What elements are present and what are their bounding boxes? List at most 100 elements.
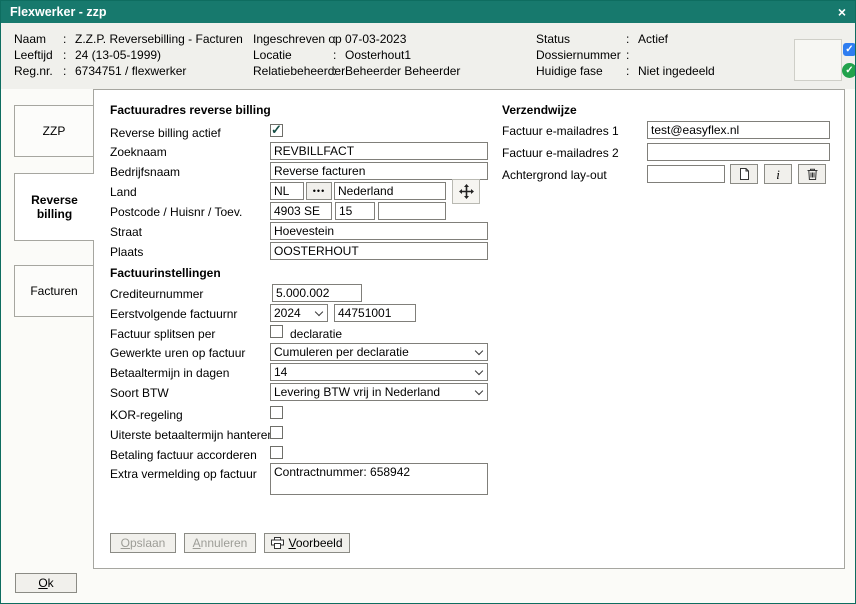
betaaltermijn-label: Betaaltermijn in dagen [110,366,229,380]
factuurinstellingen-section-title: Factuurinstellingen [110,266,221,280]
factuurnr-label: Eerstvolgende factuurnr [110,307,237,321]
locatie-value: Oosterhout1 [345,48,411,62]
factuur-splitsen-label: Factuur splitsen per [110,327,215,341]
ok-button[interactable]: Ok [15,573,77,593]
info-row-dossiernummer: Dossiernummer [536,47,715,63]
huidige-fase-value: Niet ingedeeld [638,64,715,78]
trash-icon [807,168,818,180]
betaling-accorderen-checkbox[interactable] [270,446,283,459]
declaratie-option-label: declaratie [290,327,342,341]
ellipsis-icon: ••• [313,187,325,196]
kor-regeling-checkbox[interactable] [270,406,283,419]
soort-btw-label: Soort BTW [110,386,169,400]
factuurjaar-value: 2024 [274,306,312,320]
land-code-input[interactable] [270,182,304,200]
button-label: Ok [38,576,53,590]
land-move-button[interactable] [452,179,480,204]
uiterste-betaaltermijn-label: Uiterste betaaltermijn hanteren [110,428,274,442]
regnr-value: 6734751 / flexwerker [75,64,186,78]
factuurnummer-input[interactable] [334,304,416,322]
factuurjaar-select[interactable]: 2024 [270,304,328,322]
leeftijd-value: 24 (13-05-1999) [75,48,161,62]
bedrijfsnaam-input[interactable] [270,162,488,180]
betaaltermijn-value: 14 [274,365,472,379]
colon [333,64,345,78]
factuur-email2-label: Factuur e-mailadres 2 [502,146,619,160]
info-row-leeftijd: Leeftijd 24 (13-05-1999) [14,47,243,63]
uiterste-betaaltermijn-checkbox[interactable] [270,426,283,439]
factuur-splitsen-checkbox[interactable] [270,325,283,338]
titlebar[interactable]: Flexwerker - zzp × [1,1,855,23]
check-icon: ✓ [271,122,282,138]
chevron-down-icon [475,366,483,374]
colon [63,64,75,78]
move-icon [459,184,474,199]
huidige-fase-label: Huidige fase [536,64,626,78]
tab-label: ZZP [43,124,66,138]
reverse-billing-actief-checkbox[interactable]: ✓ [270,124,283,137]
extra-vermelding-textarea[interactable]: Contractnummer: 658942 [270,463,488,495]
soort-btw-value: Levering BTW vrij in Nederland [274,385,472,399]
betaaltermijn-select[interactable]: 14 [270,363,488,381]
plaats-label: Plaats [110,245,143,259]
huisnr-input[interactable] [335,202,375,220]
leeftijd-label: Leeftijd [14,48,63,62]
naam-value: Z.Z.P. Reversebilling - Facturen [75,32,243,46]
factuur-email1-input[interactable] [647,121,830,139]
close-icon[interactable]: × [838,5,846,19]
button-label: Opslaan [121,536,166,550]
selected-checkbox[interactable]: ✓ [843,43,856,56]
tab-label: Reverse billing [15,193,94,221]
gewerkte-uren-value: Cumuleren per declaratie [274,345,472,359]
print-preview-icon [271,537,284,549]
kor-regeling-label: KOR-regeling [110,408,183,422]
colon [333,48,345,62]
achtergrond-layout-input[interactable] [647,165,725,183]
soort-btw-select[interactable]: Levering BTW vrij in Nederland [270,383,488,401]
info-row-huidige-fase: Huidige fase Niet ingedeeld [536,63,715,79]
layout-info-button[interactable]: i [764,164,792,184]
info-column-3: StatusActief Dossiernummer Huidige faseN… [536,31,715,79]
info-row-ingeschreven: Ingeschreven op07-03-2023 [253,31,460,47]
land-browse-button[interactable]: ••• [306,182,332,200]
colon [63,48,75,62]
gewerkte-uren-label: Gewerkte uren op factuur [110,346,245,360]
chevron-down-icon [475,386,483,394]
crediteurnummer-input[interactable] [272,284,362,302]
tab-facturen[interactable]: Facturen [14,265,94,317]
postcode-input[interactable] [270,202,332,220]
layout-select-button[interactable] [730,164,758,184]
toevoeging-input[interactable] [378,202,446,220]
bedrijfsnaam-label: Bedrijfsnaam [110,165,180,179]
tab-zzp[interactable]: ZZP [14,105,94,157]
extra-vermelding-label: Extra vermelding op factuur [110,467,257,481]
colon [63,32,75,46]
annuleren-button[interactable]: Annuleren [184,533,256,553]
plaats-input[interactable] [270,242,488,260]
gewerkte-uren-select[interactable]: Cumuleren per declaratie [270,343,488,361]
crediteurnummer-label: Crediteurnummer [110,287,203,301]
window-title: Flexwerker - zzp [10,5,107,19]
straat-input[interactable] [270,222,488,240]
info-row-relatiebeheerder: RelatiebeheerderBeheerder Beheerder [253,63,460,79]
verzendwijze-section-title: Verzendwijze [502,103,577,117]
reverse-billing-actief-label: Reverse billing actief [110,126,221,140]
voorbeeld-button[interactable]: Voorbeeld [264,533,350,553]
factuuradres-section-title: Factuuradres reverse billing [110,103,271,117]
status-ok-icon: ✓ [842,63,856,78]
opslaan-button[interactable]: Opslaan [110,533,176,553]
land-label: Land [110,185,137,199]
factuur-email2-input[interactable] [647,143,830,161]
tab-reverse-billing[interactable]: Reverse billing [14,173,94,241]
info-header: Naam Z.Z.P. Reversebilling - Facturen Lee… [1,23,855,89]
ingeschreven-label: Ingeschreven op [253,32,333,46]
land-name-input[interactable] [334,182,446,200]
flexwerker-window: Flexwerker - zzp × Naam Z.Z.P. Reversebil… [0,0,856,604]
factuur-email1-label: Factuur e-mailadres 1 [502,124,619,138]
info-column-2: Ingeschreven op07-03-2023 LocatieOosterh… [253,31,460,79]
chevron-down-icon [475,346,483,354]
layout-delete-button[interactable] [798,164,826,184]
info-row-naam: Naam Z.Z.P. Reversebilling - Facturen [14,31,243,47]
zoeknaam-input[interactable] [270,142,488,160]
naam-label: Naam [14,32,63,46]
